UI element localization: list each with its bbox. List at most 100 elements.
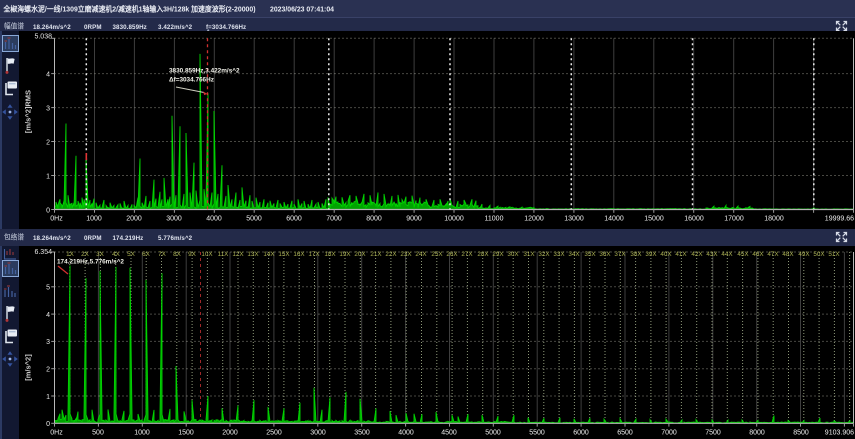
- svg-text:3X: 3X: [96, 251, 105, 258]
- svg-text:39X: 39X: [645, 251, 657, 258]
- svg-text:1: 1: [46, 173, 50, 180]
- svg-text:10000: 10000: [444, 216, 464, 223]
- svg-text:49X: 49X: [798, 251, 810, 258]
- svg-text:26X: 26X: [446, 251, 458, 258]
- svg-text:43X: 43X: [706, 251, 718, 258]
- svg-text:18X: 18X: [324, 251, 336, 258]
- svg-text:5X: 5X: [127, 251, 136, 258]
- svg-text:0: 0: [46, 421, 50, 428]
- svg-text:6.354: 6.354: [34, 249, 52, 256]
- svg-text:37X: 37X: [614, 251, 626, 258]
- svg-text:11X: 11X: [218, 251, 230, 258]
- svg-text:1: 1: [46, 394, 50, 401]
- svg-text:500: 500: [92, 429, 104, 436]
- svg-text:35X: 35X: [584, 251, 596, 258]
- svg-text:3000: 3000: [310, 429, 326, 436]
- svg-text:2X: 2X: [81, 251, 90, 258]
- svg-text:32X: 32X: [538, 251, 550, 258]
- svg-text:6000: 6000: [286, 216, 302, 223]
- svg-text:20X: 20X: [354, 251, 366, 258]
- svg-text:0: 0: [46, 207, 50, 214]
- svg-text:50X: 50X: [813, 251, 825, 258]
- svg-text:0Hz: 0Hz: [50, 216, 63, 223]
- svg-text:2000: 2000: [126, 216, 142, 223]
- svg-text:17X: 17X: [308, 251, 320, 258]
- svg-text:8000: 8000: [366, 216, 382, 223]
- svg-text:6500: 6500: [617, 429, 633, 436]
- svg-text:1X: 1X: [66, 251, 75, 258]
- svg-text:4: 4: [46, 312, 50, 319]
- svg-text:31X: 31X: [523, 251, 535, 258]
- svg-text:40X: 40X: [660, 251, 672, 258]
- svg-text:4000: 4000: [206, 216, 222, 223]
- svg-text:174.219Hz,5.776m/s^2: 174.219Hz,5.776m/s^2: [57, 258, 124, 266]
- svg-text:2: 2: [46, 139, 50, 146]
- svg-text:11000: 11000: [485, 216, 504, 223]
- svg-text:3: 3: [46, 339, 50, 346]
- svg-text:6000: 6000: [573, 429, 589, 436]
- svg-text:8X: 8X: [173, 251, 182, 258]
- svg-text:13X: 13X: [247, 251, 259, 258]
- svg-text:28X: 28X: [477, 251, 489, 258]
- svg-text:36X: 36X: [599, 251, 611, 258]
- svg-text:Δf=3034.766Hz: Δf=3034.766Hz: [169, 77, 214, 84]
- svg-text:13000: 13000: [564, 216, 584, 223]
- svg-text:4500: 4500: [441, 429, 457, 436]
- svg-text:16X: 16X: [293, 251, 305, 258]
- svg-text:18000: 18000: [764, 216, 784, 223]
- svg-text:45X: 45X: [737, 251, 749, 258]
- svg-text:7X: 7X: [158, 251, 167, 258]
- svg-text:19999.66: 19999.66: [825, 216, 854, 223]
- svg-text:5000: 5000: [485, 429, 501, 436]
- svg-text:幅值谱: 幅值谱: [4, 21, 24, 31]
- svg-text:46X: 46X: [752, 251, 764, 258]
- svg-text:2500: 2500: [266, 429, 282, 436]
- svg-text:2000: 2000: [222, 429, 238, 436]
- svg-text:8500: 8500: [793, 429, 809, 436]
- svg-text:16000: 16000: [684, 216, 704, 223]
- svg-text:3830.859Hz,3.422m/s^2: 3830.859Hz,3.422m/s^2: [169, 67, 240, 75]
- svg-text:21X: 21X: [370, 251, 382, 258]
- svg-text:47X: 47X: [767, 251, 779, 258]
- svg-text:3: 3: [46, 105, 50, 112]
- svg-text:1500: 1500: [178, 429, 194, 436]
- svg-text:24X: 24X: [415, 251, 427, 258]
- svg-text:7000: 7000: [661, 429, 677, 436]
- svg-text:29X: 29X: [492, 251, 504, 258]
- svg-text:41X: 41X: [675, 251, 687, 258]
- svg-text:25X: 25X: [431, 251, 443, 258]
- svg-text:12X: 12X: [232, 251, 244, 258]
- svg-text:10X: 10X: [201, 251, 213, 258]
- svg-text:1000: 1000: [134, 429, 150, 436]
- svg-text:15000: 15000: [644, 216, 664, 223]
- svg-text:23X: 23X: [400, 251, 412, 258]
- svg-text:5500: 5500: [529, 429, 545, 436]
- svg-text:14000: 14000: [604, 216, 624, 223]
- svg-text:8000: 8000: [749, 429, 765, 436]
- svg-text:12000: 12000: [524, 216, 544, 223]
- svg-text:9000: 9000: [406, 216, 422, 223]
- svg-text:51X: 51X: [828, 251, 840, 258]
- svg-text:9103.906: 9103.906: [825, 429, 854, 436]
- svg-text:22X: 22X: [385, 251, 397, 258]
- svg-text:33X: 33X: [553, 251, 565, 258]
- svg-text:34X: 34X: [568, 251, 580, 258]
- svg-text:4000: 4000: [398, 429, 414, 436]
- svg-text:38X: 38X: [630, 251, 642, 258]
- svg-text:5.038: 5.038: [34, 34, 52, 41]
- svg-text:27X: 27X: [461, 251, 473, 258]
- svg-text:1000: 1000: [86, 216, 102, 223]
- svg-text:全椒海螺水泥/一线/1309立磨减速机2/减速机1轴输入3H: 全椒海螺水泥/一线/1309立磨减速机2/减速机1轴输入3H/128k 加速度波…: [3, 3, 256, 13]
- svg-text:7500: 7500: [705, 429, 721, 436]
- svg-text:7000: 7000: [326, 216, 342, 223]
- svg-text:48X: 48X: [782, 251, 794, 258]
- svg-text:2: 2: [46, 367, 50, 374]
- svg-text:30X: 30X: [507, 251, 519, 258]
- svg-text:4X: 4X: [112, 251, 121, 258]
- svg-text:5000: 5000: [246, 216, 262, 223]
- svg-text:5: 5: [46, 285, 50, 292]
- svg-text:42X: 42X: [691, 251, 703, 258]
- svg-text:3500: 3500: [354, 429, 370, 436]
- svg-text:包络谱: 包络谱: [4, 232, 24, 242]
- svg-text:14X: 14X: [263, 251, 275, 258]
